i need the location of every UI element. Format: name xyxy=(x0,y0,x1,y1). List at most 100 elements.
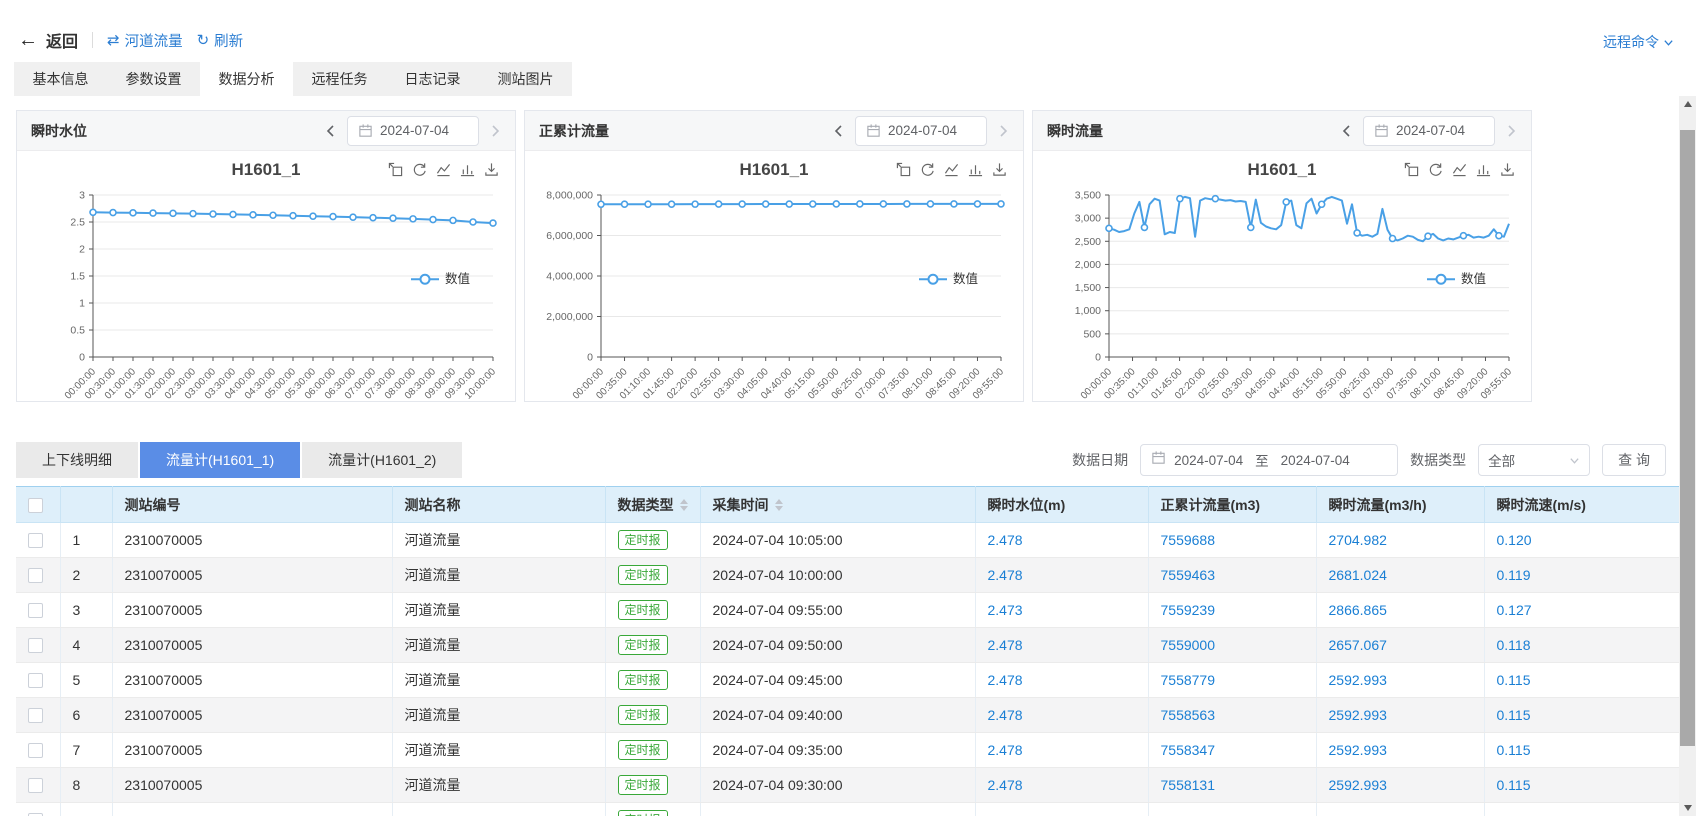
tab-main-0[interactable]: 基本信息 xyxy=(14,62,107,96)
instant-flow-value-link[interactable]: 2657.067 xyxy=(1329,637,1387,653)
cumulative-flow-value-link[interactable]: 7558347 xyxy=(1161,742,1216,758)
instant-flow-value-link[interactable]: 2592.993 xyxy=(1329,707,1387,723)
cumulative-flow-value[interactable]: 7559463 xyxy=(1148,558,1316,593)
scrollbar-thumb[interactable] xyxy=(1680,130,1695,746)
water-level-value-link[interactable]: 2.478 xyxy=(988,777,1023,793)
remote-command-dropdown[interactable]: 远程命令 xyxy=(1603,32,1674,52)
toolbox-restore-icon[interactable] xyxy=(412,162,427,177)
prev-day-icon[interactable] xyxy=(323,123,339,139)
instant-flow-value[interactable]: 2657.067 xyxy=(1316,628,1484,663)
instant-flow-value-link[interactable]: 2592.993 xyxy=(1329,672,1387,688)
toolbox-bar-chart-icon[interactable] xyxy=(460,162,475,177)
water-level-value[interactable]: 2.478 xyxy=(975,698,1148,733)
velocity-value-link[interactable]: 0.115 xyxy=(1497,707,1531,723)
tab-main-5[interactable]: 测站图片 xyxy=(479,62,572,96)
velocity-value[interactable]: 0.118 xyxy=(1484,628,1680,663)
prev-day-icon[interactable] xyxy=(1339,123,1355,139)
toolbox-bar-chart-icon[interactable] xyxy=(1476,162,1491,177)
scrollbar-down-arrow[interactable] xyxy=(1679,800,1696,816)
sort-icon[interactable] xyxy=(680,499,688,511)
cumulative-flow-value[interactable]: 7558131 xyxy=(1148,768,1316,803)
toolbox-datazoom-icon[interactable] xyxy=(388,162,403,177)
cumulative-flow-value[interactable]: 7559000 xyxy=(1148,628,1316,663)
row-checkbox[interactable] xyxy=(28,638,43,653)
panel-date-picker[interactable]: 2024-07-04 xyxy=(855,116,987,146)
velocity-value-link[interactable]: 0.127 xyxy=(1497,602,1532,618)
toolbox-download-icon[interactable] xyxy=(1500,162,1515,177)
cumulative-flow-value-link[interactable]: 7559688 xyxy=(1161,532,1216,548)
prev-day-icon[interactable] xyxy=(831,123,847,139)
tab-main-2[interactable]: 数据分析 xyxy=(200,62,293,96)
cumulative-flow-value[interactable]: 7559239 xyxy=(1148,593,1316,628)
select-all-checkbox[interactable] xyxy=(28,498,43,513)
list-tab-1[interactable]: 流量计(H1601_1) xyxy=(140,442,300,478)
water-level-value[interactable]: 2.478 xyxy=(975,733,1148,768)
toolbox-line-chart-icon[interactable] xyxy=(944,162,959,177)
velocity-value[interactable]: 0.120 xyxy=(1484,523,1680,558)
list-tab-0[interactable]: 上下线明细 xyxy=(16,442,138,478)
panel-date-picker[interactable]: 2024-07-04 xyxy=(1363,116,1495,146)
row-checkbox[interactable] xyxy=(28,778,43,793)
toolbox-line-chart-icon[interactable] xyxy=(436,162,451,177)
toolbox-download-icon[interactable] xyxy=(484,162,499,177)
scrollbar-up-arrow[interactable] xyxy=(1679,96,1696,112)
velocity-value-link[interactable]: 0.118 xyxy=(1497,637,1531,653)
back-button[interactable]: ← 返回 xyxy=(18,28,78,52)
instant-flow-value[interactable]: 2592.993 xyxy=(1316,733,1484,768)
water-level-value[interactable]: 2.478 xyxy=(975,663,1148,698)
row-checkbox[interactable] xyxy=(28,673,43,688)
water-level-value[interactable]: 2.473 xyxy=(975,593,1148,628)
toolbox-line-chart-icon[interactable] xyxy=(1452,162,1467,177)
row-checkbox[interactable] xyxy=(28,533,43,548)
row-checkbox[interactable] xyxy=(28,568,43,583)
refresh-button[interactable]: ↻ 刷新 xyxy=(197,30,244,51)
cumulative-flow-value-link[interactable]: 7559239 xyxy=(1161,602,1216,618)
tab-main-4[interactable]: 日志记录 xyxy=(386,62,479,96)
water-level-value[interactable]: 2.478 xyxy=(975,768,1148,803)
date-range-picker[interactable]: 2024-07-04 至 2024-07-04 xyxy=(1140,444,1398,476)
water-level-value-link[interactable]: 2.478 xyxy=(988,672,1023,688)
cumulative-flow-value-link[interactable]: 7558131 xyxy=(1161,777,1216,793)
row-checkbox[interactable] xyxy=(28,603,43,618)
instant-flow-value-link[interactable]: 2866.865 xyxy=(1329,602,1387,618)
velocity-value-link[interactable]: 0.115 xyxy=(1497,777,1531,793)
search-button[interactable]: 查 询 xyxy=(1602,444,1666,476)
velocity-value-link[interactable]: 0.115 xyxy=(1497,672,1531,688)
next-day-icon[interactable] xyxy=(487,123,503,139)
instant-flow-value[interactable]: 2592.993 xyxy=(1316,698,1484,733)
tab-main-3[interactable]: 远程任务 xyxy=(293,62,386,96)
next-day-icon[interactable] xyxy=(995,123,1011,139)
data-type-select[interactable]: 全部 xyxy=(1478,444,1590,476)
toolbox-restore-icon[interactable] xyxy=(1428,162,1443,177)
cumulative-flow-value-link[interactable]: 7559463 xyxy=(1161,567,1216,583)
water-level-value-link[interactable]: 2.478 xyxy=(988,567,1023,583)
velocity-value[interactable]: 0.119 xyxy=(1484,558,1680,593)
instant-flow-value-link[interactable]: 2592.993 xyxy=(1329,742,1387,758)
toolbox-datazoom-icon[interactable] xyxy=(1404,162,1419,177)
toolbox-bar-chart-icon[interactable] xyxy=(968,162,983,177)
cumulative-flow-value[interactable]: 7558563 xyxy=(1148,698,1316,733)
cumulative-flow-value[interactable]: 7558779 xyxy=(1148,663,1316,698)
row-checkbox[interactable] xyxy=(28,708,43,723)
water-level-value[interactable]: 2.478 xyxy=(975,628,1148,663)
sort-icon[interactable] xyxy=(775,499,783,511)
water-level-value[interactable]: 2.478 xyxy=(975,558,1148,593)
velocity-value-link[interactable]: 0.119 xyxy=(1497,567,1531,583)
instant-flow-value[interactable]: 2681.024 xyxy=(1316,558,1484,593)
row-checkbox[interactable] xyxy=(28,743,43,758)
list-tab-2[interactable]: 流量计(H1601_2) xyxy=(302,442,462,478)
panel-date-picker[interactable]: 2024-07-04 xyxy=(347,116,479,146)
instant-flow-value[interactable]: 2592.993 xyxy=(1316,768,1484,803)
next-day-icon[interactable] xyxy=(1503,123,1519,139)
instant-flow-value[interactable]: 2592.993 xyxy=(1316,663,1484,698)
toolbox-datazoom-icon[interactable] xyxy=(896,162,911,177)
instant-flow-value-link[interactable]: 2681.024 xyxy=(1329,567,1387,583)
velocity-value-link[interactable]: 0.115 xyxy=(1497,742,1531,758)
toolbox-download-icon[interactable] xyxy=(992,162,1007,177)
velocity-value[interactable]: 0.115 xyxy=(1484,663,1680,698)
velocity-value[interactable]: 0.115 xyxy=(1484,733,1680,768)
cumulative-flow-value[interactable]: 7558347 xyxy=(1148,733,1316,768)
water-level-value-link[interactable]: 2.478 xyxy=(988,637,1023,653)
water-level-value-link[interactable]: 2.473 xyxy=(988,602,1023,618)
water-level-value[interactable]: 2.478 xyxy=(975,523,1148,558)
